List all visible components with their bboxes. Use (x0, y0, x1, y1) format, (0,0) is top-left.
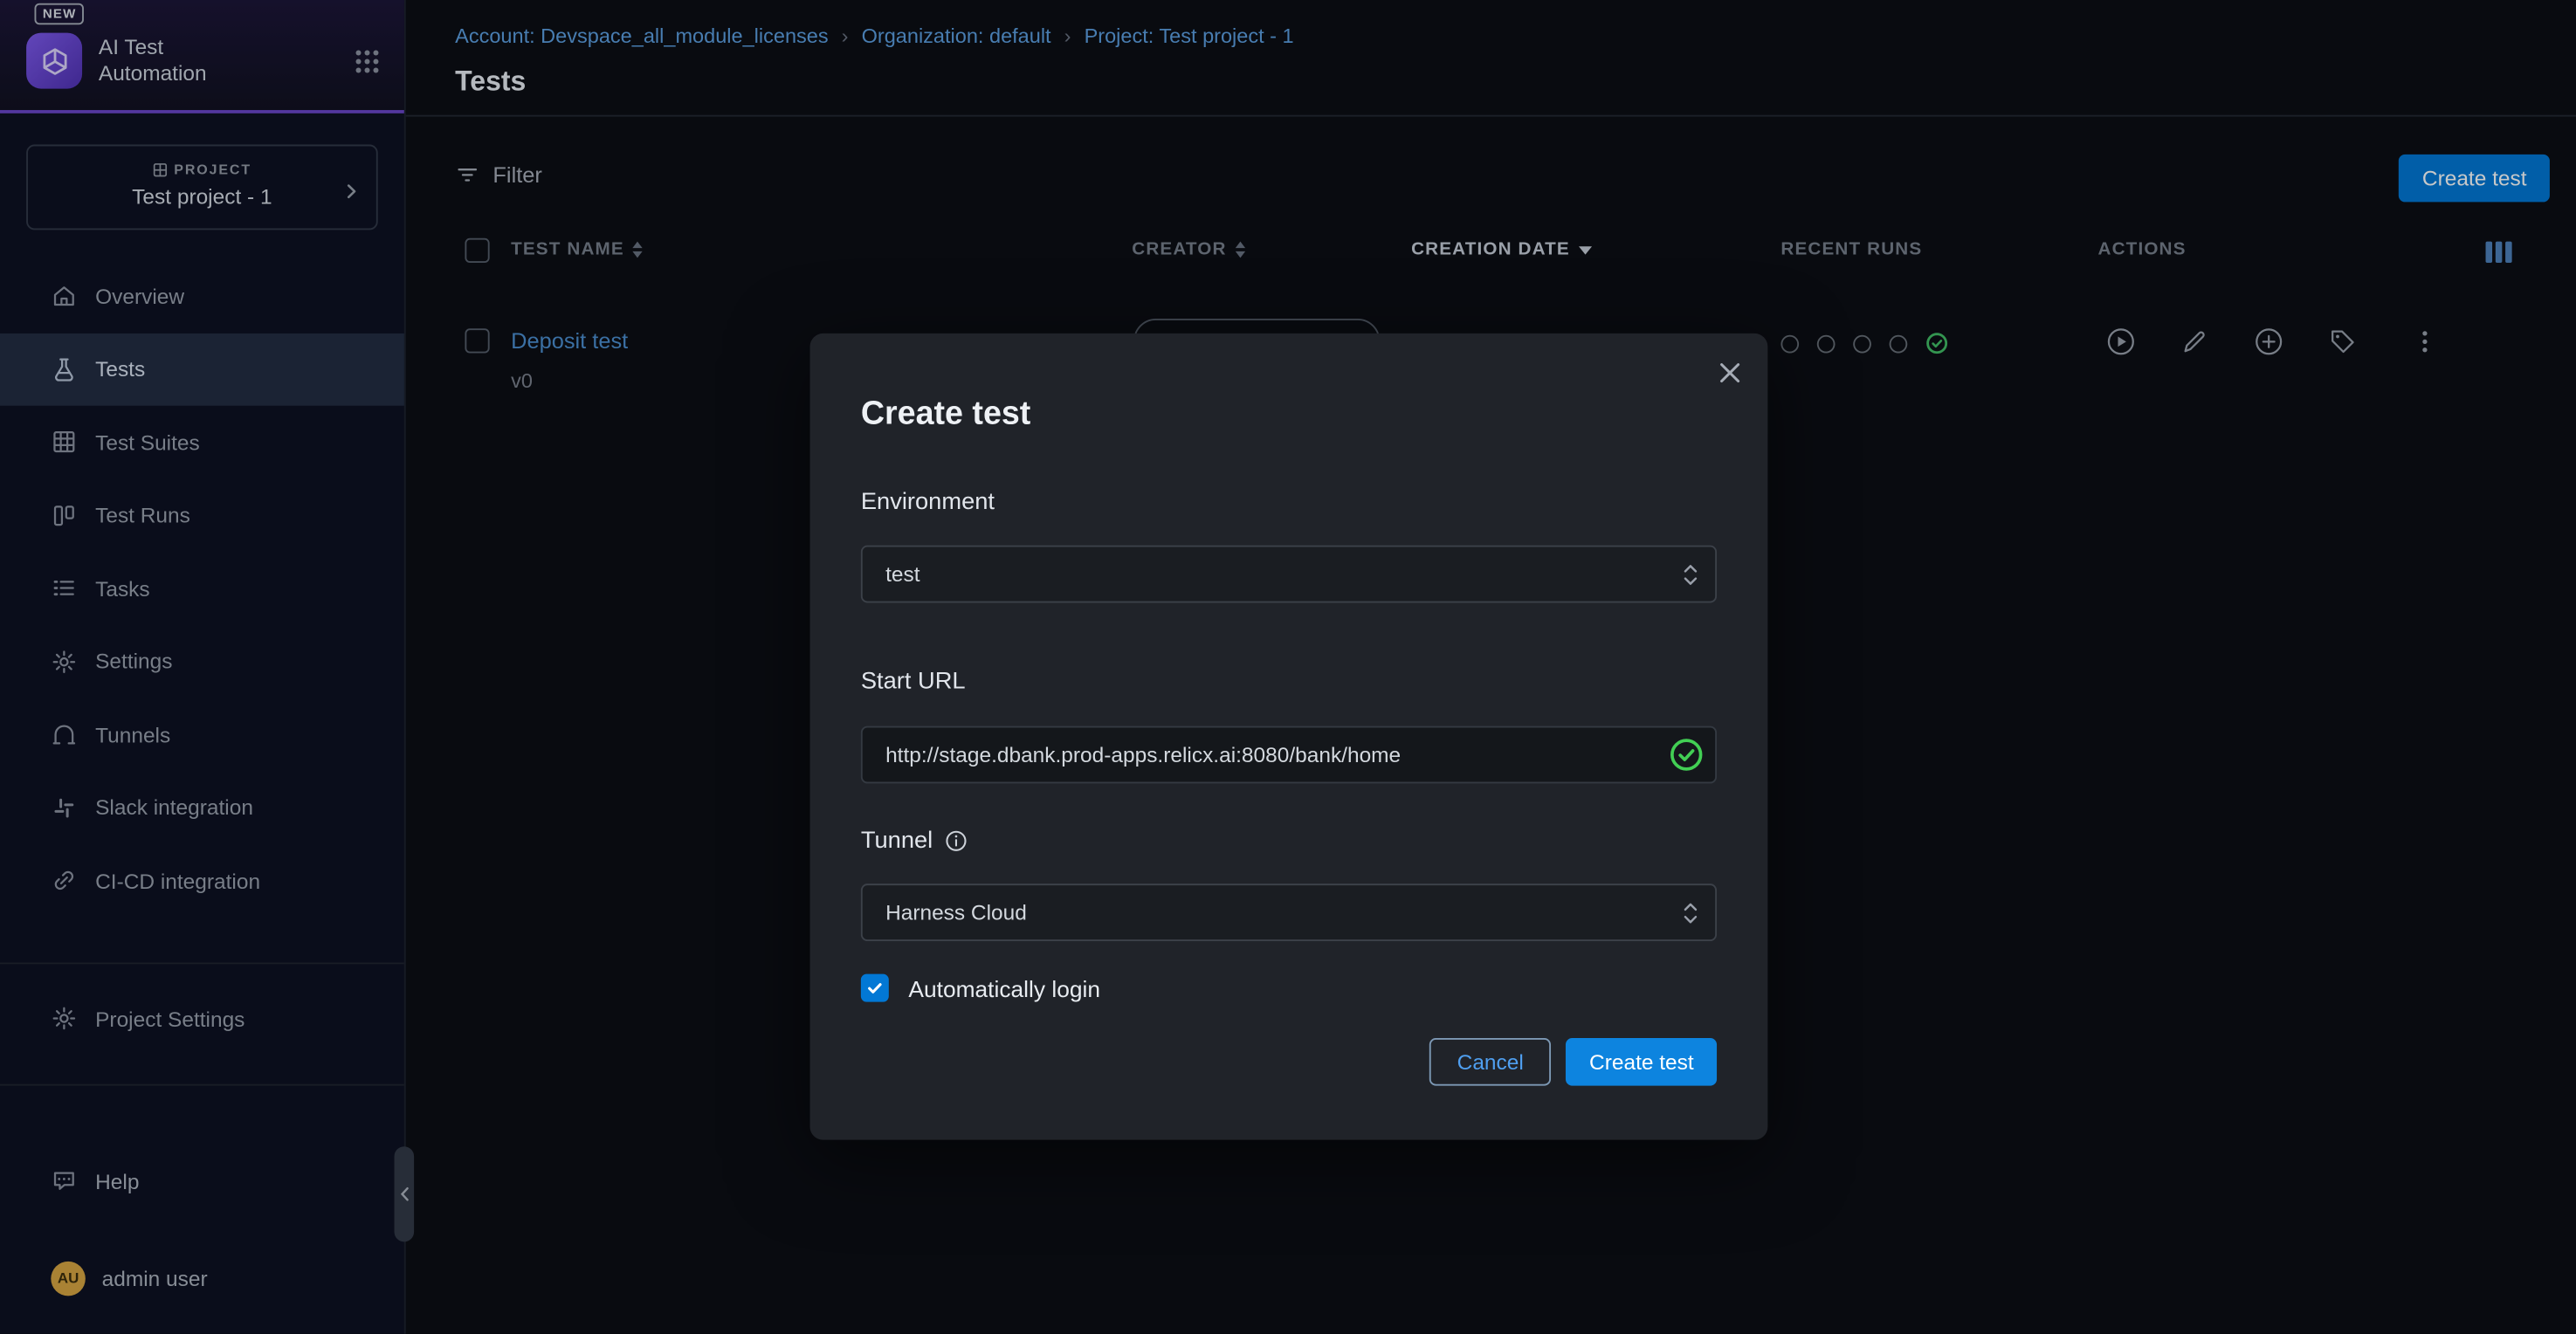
select-chevrons-icon (1683, 898, 1699, 933)
tunnel-select[interactable]: Harness Cloud (861, 884, 1717, 941)
close-icon[interactable] (1715, 358, 1745, 388)
environment-label: Environment (861, 490, 995, 516)
app-root: NEW AI Test Automation (0, 0, 2576, 1334)
tunnel-label-text: Tunnel (861, 828, 933, 854)
auto-login-checkbox[interactable] (861, 974, 889, 1002)
check-icon (865, 979, 884, 997)
start-url-input[interactable] (861, 726, 1717, 784)
create-test-modal: Create test Environment test Start URL T… (810, 334, 1768, 1140)
auto-login-label: Automatically login (908, 975, 1100, 1001)
cancel-button[interactable]: Cancel (1429, 1038, 1552, 1086)
tunnel-value: Harness Cloud (885, 900, 1027, 925)
start-url-field (861, 726, 1717, 784)
environment-value: test (885, 561, 920, 586)
valid-check-icon (1669, 738, 1704, 773)
tunnel-label: Tunnel (861, 828, 968, 854)
environment-label-text: Environment (861, 490, 995, 516)
modal-actions: Cancel Create test (1429, 1038, 1717, 1086)
modal-title: Create test (861, 395, 1031, 433)
select-chevrons-icon (1683, 560, 1699, 595)
environment-select[interactable]: test (861, 546, 1717, 603)
auto-login-row: Automatically login (861, 974, 1100, 1002)
info-icon[interactable] (944, 829, 967, 852)
start-url-label-text: Start URL (861, 669, 966, 695)
modal-create-test-button[interactable]: Create test (1567, 1038, 1717, 1086)
start-url-label: Start URL (861, 669, 966, 695)
